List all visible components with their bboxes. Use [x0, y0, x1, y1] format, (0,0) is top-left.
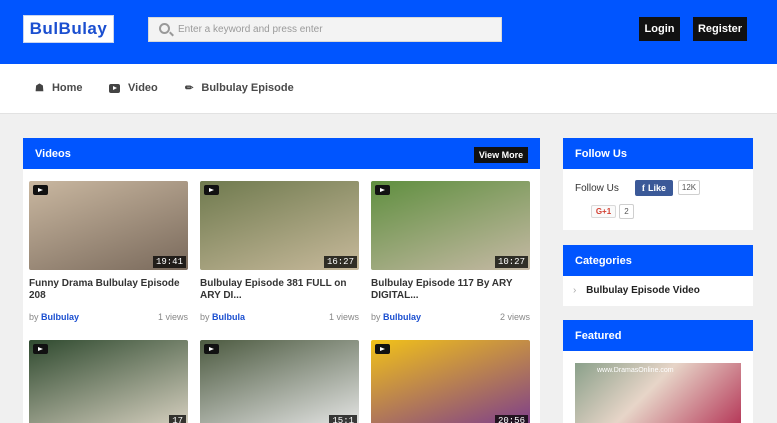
video-title[interactable]: Funny Drama Bulbulay Episode 208	[29, 278, 188, 302]
pin-icon: ✏	[185, 82, 194, 94]
follow-panel-title: Follow Us	[575, 148, 627, 160]
video-meta: by Bulbulay 1 views	[29, 312, 188, 322]
facebook-like-label: Like	[647, 183, 666, 193]
video-views: 1 views	[328, 312, 359, 322]
site-logo[interactable]: BulBulay	[23, 15, 114, 43]
nav-item-video[interactable]: Video	[109, 82, 158, 94]
video-camera-icon	[33, 344, 48, 354]
chevron-right-icon: ›	[573, 285, 577, 296]
video-duration: 16:27	[323, 256, 357, 268]
featured-panel-header: Featured	[563, 320, 753, 351]
video-duration: 10:27	[494, 256, 528, 268]
video-camera-icon	[204, 344, 219, 354]
home-icon: ☗	[35, 82, 44, 94]
video-views: 1 views	[157, 312, 188, 322]
by-label: by	[371, 312, 381, 322]
search-icon	[159, 23, 170, 34]
video-author-link[interactable]: Bulbulay	[383, 312, 421, 322]
facebook-like-count: 12K	[678, 180, 700, 195]
nav-item-label: Home	[51, 82, 83, 94]
category-label: Bulbulay Episode Video	[586, 285, 700, 296]
follow-label: Follow Us	[575, 183, 619, 194]
gplus-button[interactable]: G+1	[591, 205, 616, 218]
video-camera-icon	[375, 185, 390, 195]
videos-panel-title: Videos	[35, 148, 71, 160]
nav-item-bulbulay-episode[interactable]: ✏ Bulbulay Episode	[185, 82, 294, 94]
video-thumbnail[interactable]: 20:56	[371, 340, 530, 423]
by-label: by	[200, 312, 210, 322]
search-input[interactable]	[178, 21, 493, 38]
logo-text: BulBulay	[29, 19, 108, 38]
video-thumbnail[interactable]: 19:41	[29, 181, 188, 270]
categories-panel-header: Categories	[563, 245, 753, 276]
facebook-icon: f	[641, 183, 645, 193]
main-nav: ☗ Home Video ✏ Bulbulay Episode	[0, 64, 777, 114]
nav-item-label: Video	[128, 82, 158, 94]
login-button[interactable]: Login	[639, 17, 680, 41]
video-camera-icon	[375, 344, 390, 354]
video-camera-icon	[204, 185, 219, 195]
video-camera-icon	[33, 185, 48, 195]
video-thumbnail[interactable]: 15:1	[200, 340, 359, 423]
featured-panel-title: Featured	[575, 330, 622, 342]
nav-item-home[interactable]: ☗ Home	[35, 82, 83, 94]
view-more-button[interactable]: View More	[474, 147, 528, 163]
follow-panel-header: Follow Us	[563, 138, 753, 169]
gplus-count: 2	[619, 204, 634, 219]
video-title[interactable]: Bulbulay Episode 381 FULL on ARY DI...	[200, 278, 359, 302]
video-icon	[109, 83, 120, 93]
categories-panel-title: Categories	[575, 255, 632, 267]
top-header: BulBulay Login Register	[0, 0, 777, 64]
register-button[interactable]: Register	[693, 17, 747, 41]
video-duration: 17	[169, 415, 186, 423]
nav-item-label: Bulbulay Episode	[201, 82, 294, 94]
video-duration: 15:1	[329, 415, 357, 423]
video-title[interactable]: Bulbulay Episode 117 By ARY DIGITAL...	[371, 278, 530, 302]
video-meta: by Bulbula 1 views	[200, 312, 359, 322]
video-author-link[interactable]: Bulbula	[212, 312, 245, 322]
category-item[interactable]: › Bulbulay Episode Video	[573, 285, 700, 296]
video-thumbnail[interactable]: 16:27	[200, 181, 359, 270]
search-box[interactable]	[148, 17, 502, 42]
video-duration: 20:56	[494, 415, 528, 423]
follow-panel-body	[563, 169, 753, 230]
video-thumbnail[interactable]: 17	[29, 340, 188, 423]
featured-watermark: www.DramasOnline.com	[597, 367, 674, 374]
featured-thumbnail[interactable]: www.DramasOnline.com	[575, 363, 741, 423]
video-author-link[interactable]: Bulbulay	[41, 312, 79, 322]
facebook-like-button[interactable]: f Like	[635, 180, 673, 196]
video-views: 2 views	[499, 312, 530, 322]
video-meta: by Bulbulay 2 views	[371, 312, 530, 322]
video-duration: 19:41	[152, 256, 186, 268]
by-label: by	[29, 312, 39, 322]
video-thumbnail[interactable]: 10:27	[371, 181, 530, 270]
videos-panel-header: Videos	[23, 138, 540, 169]
